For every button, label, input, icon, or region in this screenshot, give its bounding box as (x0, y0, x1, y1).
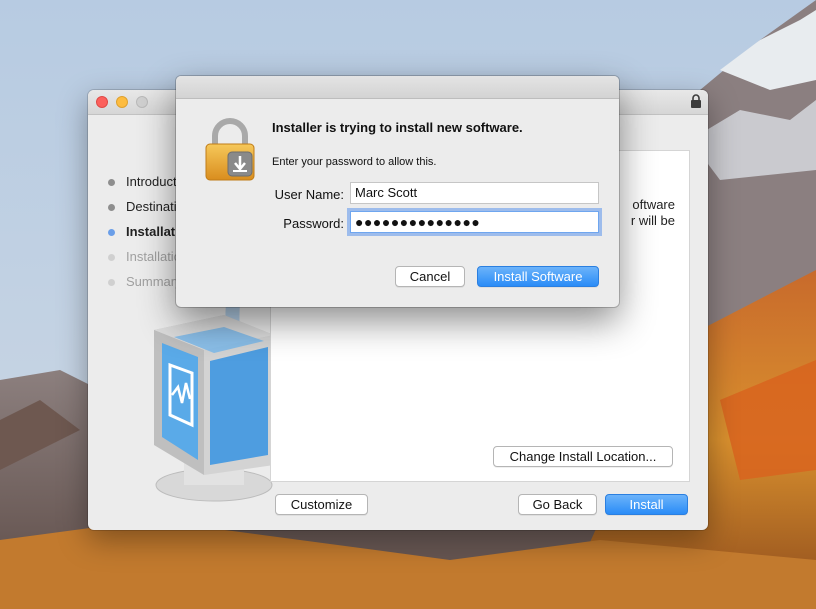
zoom-button[interactable] (136, 96, 148, 108)
virtualbox-cube-icon (154, 295, 274, 502)
username-label: User Name: (274, 187, 344, 202)
step-dot (108, 279, 115, 286)
install-software-button[interactable]: Install Software (477, 266, 599, 287)
padlock-icon (205, 118, 255, 181)
install-button[interactable]: Install (605, 494, 688, 515)
close-button[interactable] (96, 96, 108, 108)
step-dot (108, 204, 115, 211)
content-line: r will be (630, 213, 675, 228)
minimize-button[interactable] (116, 96, 128, 108)
step-label: Summary (126, 274, 182, 289)
password-field[interactable]: ●●●●●●●●●●●●●● (350, 211, 599, 233)
password-label: Password: (283, 216, 344, 231)
step-dot (108, 229, 115, 236)
lock-icon (691, 94, 701, 108)
step-dot (108, 254, 115, 261)
dialog-titlebar (176, 76, 619, 99)
dialog-subtitle: Enter your password to allow this. (272, 156, 437, 168)
change-install-location-button[interactable]: Change Install Location... (493, 446, 673, 467)
step-dot (108, 179, 115, 186)
go-back-button[interactable]: Go Back (518, 494, 597, 515)
customize-button[interactable]: Customize (275, 494, 368, 515)
username-field[interactable]: Marc Scott (350, 182, 599, 204)
auth-dialog: Installer is trying to install new softw… (176, 76, 619, 307)
cancel-button[interactable]: Cancel (395, 266, 465, 287)
dialog-title: Installer is trying to install new softw… (272, 120, 523, 135)
content-text: oftware r will be (631, 197, 675, 229)
content-line: oftware (632, 197, 675, 212)
